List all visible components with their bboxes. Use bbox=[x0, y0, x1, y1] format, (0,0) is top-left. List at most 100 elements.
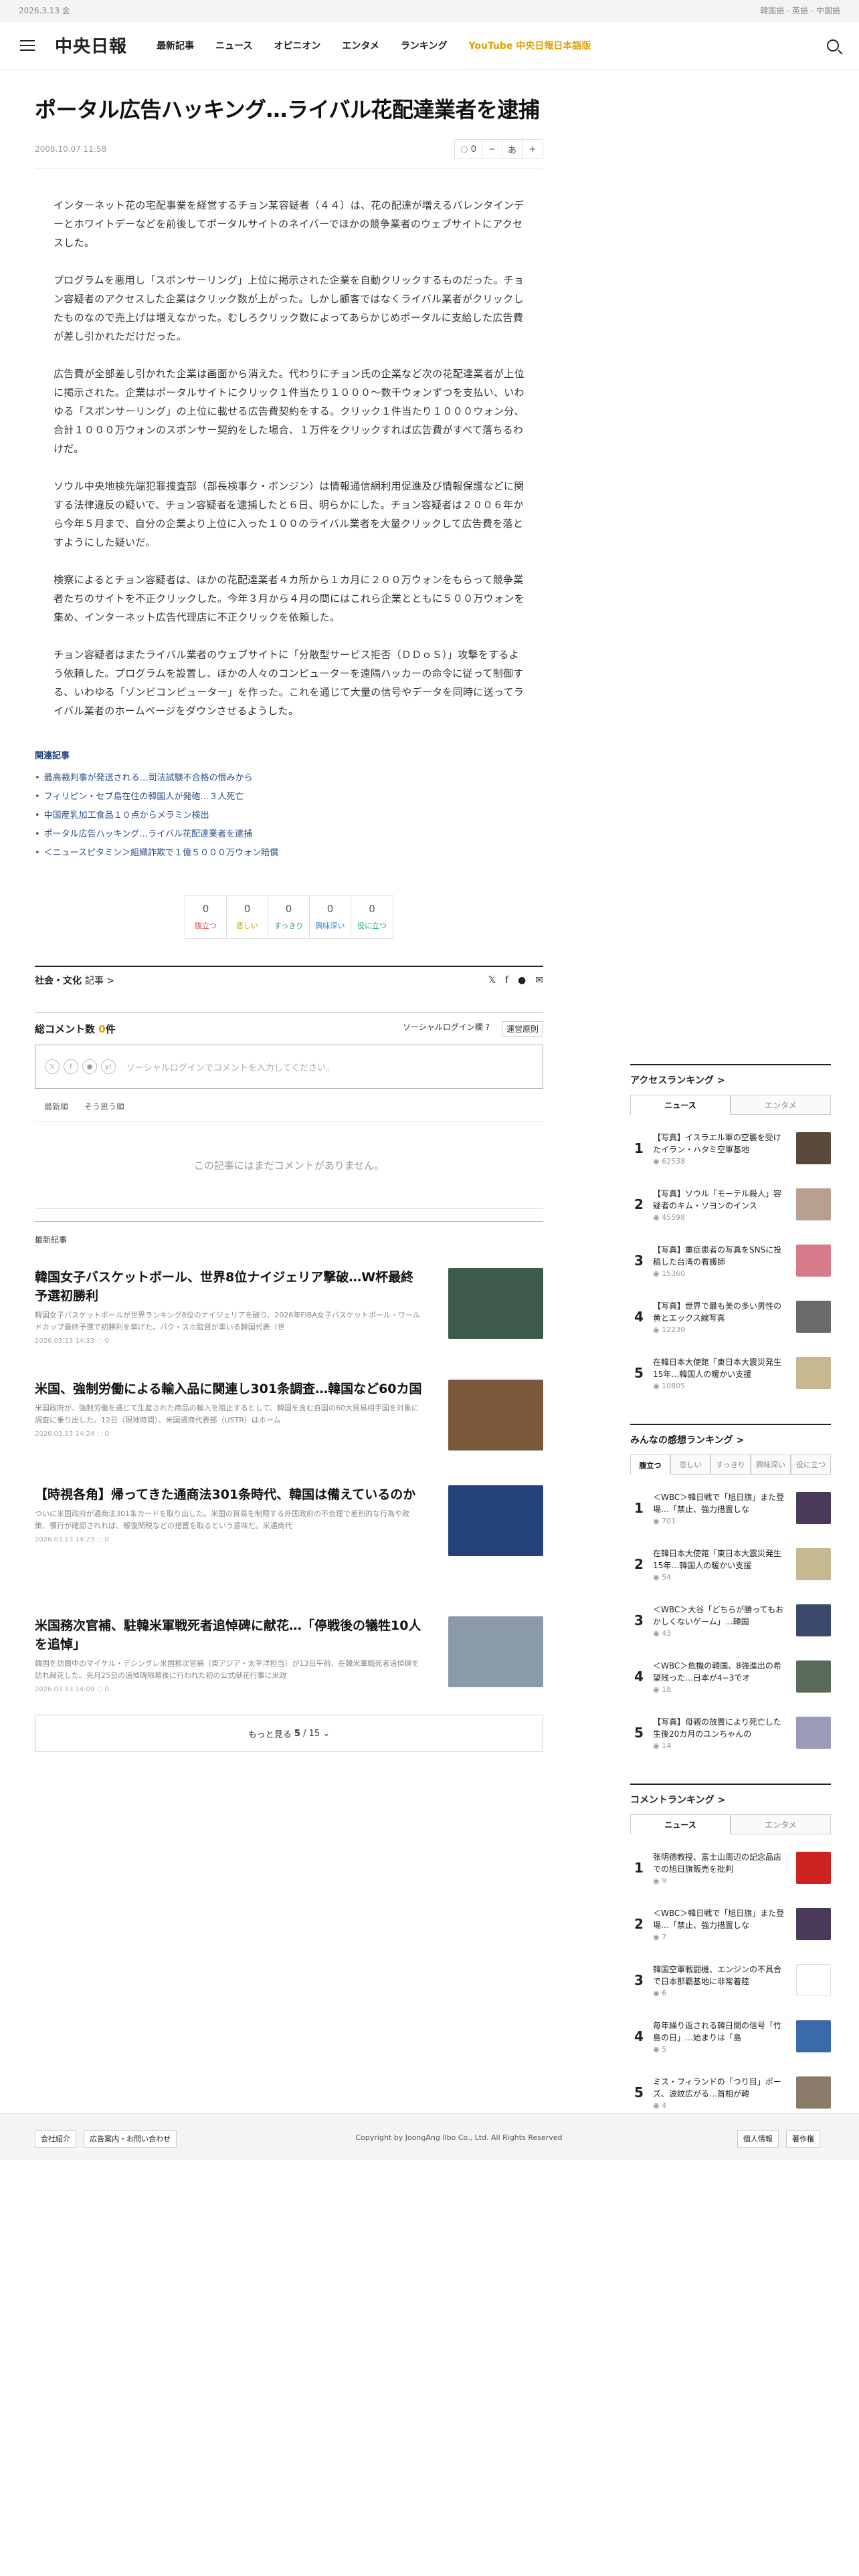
section-link[interactable]: 社会・文化 記事 > bbox=[35, 974, 114, 987]
reaction-button[interactable]: 0 悲しい bbox=[227, 895, 268, 938]
latest-item[interactable]: 米国務次官補、駐韓米軍戦死者追悼碑に献花…「停戦後の犠牲10人を追悼」 韓国を訪問… bbox=[35, 1616, 543, 1693]
ranking-title[interactable]: ミス・フィランドの「つり目」ポーズ、波紋広がる…首相が韓 bbox=[653, 2076, 787, 2100]
tab-comment-news[interactable]: ニュース bbox=[630, 1814, 731, 1834]
font-decrease-icon[interactable]: − bbox=[482, 140, 502, 158]
ranking-item[interactable]: 2 【写真】ソウル「モーテル殺人」容疑者のキム・ソヨンのインス ◉ 45598 bbox=[630, 1176, 831, 1232]
ranking-title[interactable]: ＜WBC＞危機の韓国、8強進出の希望残った…日本が4−3でオ bbox=[653, 1660, 787, 1684]
latest-item-thumbnail[interactable] bbox=[448, 1485, 543, 1556]
email-share-icon[interactable]: ✉ bbox=[535, 975, 543, 986]
ranking-thumbnail[interactable] bbox=[796, 1908, 831, 1940]
related-link[interactable]: ＜ニュースピタミン＞組織詐欺で１億５０００万ウォン賠償 bbox=[35, 844, 543, 863]
reaction-button[interactable]: 0 役に立つ bbox=[351, 895, 393, 938]
ranking-thumbnail[interactable] bbox=[796, 2076, 831, 2109]
ranking-title[interactable]: ＜WBC＞大谷「どちらが勝ってもおかしくないゲーム」…韓国 bbox=[653, 1604, 787, 1628]
language-links[interactable]: 韓国語 - 英語 - 中国語 bbox=[760, 5, 840, 16]
reaction-button[interactable]: 0 腹立つ bbox=[185, 895, 227, 938]
latest-item-title[interactable]: 米国務次官補、駐韓米軍戦死者追悼碑に献花…「停戦後の犠牲10人を追悼」 bbox=[35, 1616, 423, 1654]
ranking-thumbnail[interactable] bbox=[796, 1548, 831, 1580]
ranking-thumbnail[interactable] bbox=[796, 1492, 831, 1524]
ranking-thumbnail[interactable] bbox=[796, 2020, 831, 2052]
latest-item-thumbnail[interactable] bbox=[448, 1268, 543, 1339]
font-increase-icon[interactable]: + bbox=[522, 140, 543, 158]
facebook-share-icon[interactable]: f bbox=[505, 975, 508, 986]
ranking-thumbnail[interactable] bbox=[796, 1604, 831, 1636]
ranking-item[interactable]: 4 毎年繰り返される韓日間の信号「竹島の日」…始まりは「島 ◉ 5 bbox=[630, 2008, 831, 2064]
footer-ads-link[interactable]: 広告案内・お問い合わせ bbox=[84, 2129, 177, 2148]
yahoo-login-icon[interactable]: y! bbox=[101, 1059, 116, 1074]
ranking-item[interactable]: 2 ＜WBC＞韓日戦で「旭日旗」また登場…「禁止、強力措置しな ◉ 7 bbox=[630, 1896, 831, 1952]
related-link[interactable]: 中国産乳加工食品１０点からメラミン検出 bbox=[35, 807, 543, 825]
ranking-title[interactable]: 在韓日本大使館「東日本大震災発生15年…韓国人の暖かい支援 bbox=[653, 1547, 787, 1572]
tab-sort-agree[interactable]: そう思う順 bbox=[84, 1101, 124, 1112]
ranking-title[interactable]: 【写真】世界で最も美の多い男性の黄とエックス線写真 bbox=[653, 1300, 787, 1324]
facebook-login-icon[interactable]: f bbox=[64, 1059, 78, 1074]
ranking-title[interactable]: 毎年繰り返される韓日間の信号「竹島の日」…始まりは「島 bbox=[653, 2020, 787, 2044]
tab-emotion-2[interactable]: すっきり bbox=[710, 1455, 751, 1475]
ranking-item[interactable]: 1 【写真】イスラエル軍の空襲を受けたイラン・ハタミ空軍基地 ◉ 62538 bbox=[630, 1120, 831, 1176]
footer-copyright-link[interactable]: 著作権 bbox=[786, 2129, 820, 2148]
ranking-thumbnail[interactable] bbox=[796, 1357, 831, 1389]
x-login-icon[interactable]: 𝕏 bbox=[45, 1059, 60, 1074]
ranking-title[interactable]: 【写真】重症患者の写真をSNSに投稿した台湾の看護師 bbox=[653, 1244, 787, 1268]
reaction-button[interactable]: 0 すっきり bbox=[268, 895, 310, 938]
latest-item-thumbnail[interactable] bbox=[448, 1380, 543, 1451]
ranking-item[interactable]: 1 张明德教授、富士山周辺の記念品店での旭日旗販売を批判 ◉ 9 bbox=[630, 1840, 831, 1896]
ranking-thumbnail[interactable] bbox=[796, 1132, 831, 1164]
more-button[interactable]: もっと見る 5 / 15 ⌄ bbox=[35, 1715, 543, 1752]
ranking-thumbnail[interactable] bbox=[796, 1852, 831, 1884]
site-logo[interactable]: 中央日報 bbox=[55, 33, 127, 58]
emotion-ranking-title[interactable]: みんなの感想ランキング > bbox=[630, 1424, 831, 1446]
ranking-thumbnail[interactable] bbox=[796, 1660, 831, 1693]
tab-comment-entertainment[interactable]: エンタメ bbox=[731, 1814, 831, 1834]
nav-item-ranking[interactable]: ランキング bbox=[401, 39, 448, 52]
latest-item-title[interactable]: 米国、強制労働による輸入品に関連し301条調査…韓国など60カ国 bbox=[35, 1380, 423, 1398]
ranking-item[interactable]: 2 在韓日本大使館「東日本大震災発生15年…韓国人の暖かい支援 ◉ 54 bbox=[630, 1536, 831, 1592]
nav-item-youtube[interactable]: YouTube 中央日報日本語版 bbox=[469, 39, 591, 52]
latest-item[interactable]: 【時視各角】帰ってきた通商法301条時代、韓国は備えているのか ついに米国政府が通… bbox=[35, 1485, 543, 1556]
tab-emotion-0[interactable]: 腹立つ bbox=[630, 1455, 670, 1475]
footer-privacy-link[interactable]: 個人情報 bbox=[737, 2129, 779, 2148]
access-ranking-title[interactable]: アクセスランキング > bbox=[630, 1064, 831, 1087]
ranking-item[interactable]: 3 【写真】重症患者の写真をSNSに投稿した台湾の看護師 ◉ 15360 bbox=[630, 1232, 831, 1289]
social-login-link[interactable]: ソーシャルログイン欄 ? bbox=[403, 1021, 490, 1037]
tab-emotion-3[interactable]: 興味深い bbox=[751, 1455, 791, 1475]
ranking-item[interactable]: 5 【写真】母親の放置により死亡した生後20カ月のユンちゃんの ◉ 14 bbox=[630, 1705, 831, 1761]
ranking-item[interactable]: 3 韓国空軍戦闘機、エンジンの不具合で日本那覇基地に非常着陸 ◉ 6 bbox=[630, 1952, 831, 2008]
comment-ranking-title[interactable]: コメントランキング > bbox=[630, 1784, 831, 1806]
ranking-item[interactable]: 5 ミス・フィランドの「つり目」ポーズ、波紋広がる…首相が韓 ◉ 4 bbox=[630, 2064, 831, 2121]
ranking-title[interactable]: 张明德教授、富士山周辺の記念品店での旭日旗販売を批判 bbox=[653, 1851, 787, 1875]
ranking-thumbnail[interactable] bbox=[796, 1964, 831, 1996]
nav-item-news[interactable]: ニュース bbox=[215, 39, 252, 52]
chat-share-icon[interactable]: ● bbox=[518, 975, 526, 986]
menu-icon[interactable] bbox=[20, 39, 35, 51]
tab-access-news[interactable]: ニュース bbox=[630, 1095, 731, 1115]
ranking-title[interactable]: 在韓日本大使館「東日本大震災発生15年…韓国人の暖かい支援 bbox=[653, 1356, 787, 1380]
ranking-title[interactable]: ＜WBC＞韓日戦で「旭日旗」また登場…「禁止、強力措置しな bbox=[653, 1491, 787, 1515]
comment-input-box[interactable]: 𝕏 f ● y! ソーシャルログインでコメントを入力してください。 bbox=[35, 1045, 543, 1089]
latest-item-title[interactable]: 【時視各角】帰ってきた通商法301条時代、韓国は備えているのか bbox=[35, 1485, 423, 1504]
ranking-thumbnail[interactable] bbox=[796, 1301, 831, 1333]
tab-sort-latest[interactable]: 最新順 bbox=[44, 1101, 68, 1112]
ranking-item[interactable]: 3 ＜WBC＞大谷「どちらが勝ってもおかしくないゲーム」…韓国 ◉ 43 bbox=[630, 1592, 831, 1648]
ranking-thumbnail[interactable] bbox=[796, 1717, 831, 1749]
nav-item-latest[interactable]: 最新記事 bbox=[157, 39, 194, 52]
ranking-item[interactable]: 4 【写真】世界で最も美の多い男性の黄とエックス線写真 ◉ 12239 bbox=[630, 1289, 831, 1345]
latest-item[interactable]: 米国、強制労働による輸入品に関連し301条調査…韓国など60カ国 米国政府が、強制… bbox=[35, 1380, 543, 1451]
footer-company-link[interactable]: 会社紹介 bbox=[35, 2129, 76, 2148]
related-link[interactable]: 最高裁判事が発送される…司法試験不合格の恨みから bbox=[35, 769, 543, 788]
reaction-button[interactable]: 0 興味深い bbox=[310, 895, 351, 938]
ranking-title[interactable]: 【写真】ソウル「モーテル殺人」容疑者のキム・ソヨンのインス bbox=[653, 1188, 787, 1212]
tab-emotion-1[interactable]: 悲しい bbox=[670, 1455, 710, 1475]
nav-item-entertainment[interactable]: エンタメ bbox=[342, 39, 379, 52]
related-link[interactable]: ポータル広告ハッキング…ライバル花配達業者を逮捕 bbox=[35, 825, 543, 844]
latest-item-title[interactable]: 韓国女子バスケットボール、世界8位ナイジェリア撃破…W杯最終予選初勝利 bbox=[35, 1268, 423, 1305]
ranking-thumbnail[interactable] bbox=[796, 1188, 831, 1220]
tab-access-entertainment[interactable]: エンタメ bbox=[731, 1095, 831, 1115]
ranking-item[interactable]: 4 ＜WBC＞危機の韓国、8強進出の希望残った…日本が4−3でオ ◉ 18 bbox=[630, 1648, 831, 1705]
line-login-icon[interactable]: ● bbox=[82, 1059, 97, 1074]
tab-emotion-4[interactable]: 役に立つ bbox=[791, 1455, 831, 1475]
related-link[interactable]: フィリピン・セブ島在住の韓国人が発砲…３人死亡 bbox=[35, 788, 543, 807]
ranking-item[interactable]: 5 在韓日本大使館「東日本大震災発生15年…韓国人の暖かい支援 ◉ 10805 bbox=[630, 1345, 831, 1401]
ranking-title[interactable]: 【写真】イスラエル軍の空襲を受けたイラン・ハタミ空軍基地 bbox=[653, 1132, 787, 1156]
latest-item-thumbnail[interactable] bbox=[448, 1616, 543, 1687]
